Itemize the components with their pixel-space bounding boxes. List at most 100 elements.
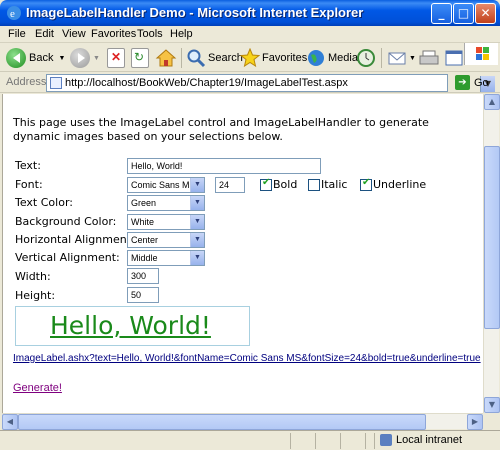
go-button[interactable]: ➔ Go: [455, 75, 489, 90]
status-divider: [365, 433, 366, 449]
horizontal-alignment-select[interactable]: Center ▼: [127, 232, 205, 248]
underline-checkbox[interactable]: [360, 177, 372, 191]
zone-label: Local intranet: [396, 434, 463, 446]
search-button[interactable]: Search: [186, 46, 243, 70]
home-button[interactable]: [155, 46, 177, 70]
font-size-input[interactable]: 24: [215, 177, 245, 193]
background-color-select[interactable]: White ▼: [127, 214, 205, 230]
forward-button[interactable]: ▼: [70, 46, 100, 70]
menu-view[interactable]: View: [62, 28, 86, 40]
media-globe-icon: [308, 50, 324, 66]
window-title: ImageLabelHandler Demo - Microsoft Inter…: [26, 5, 364, 20]
scroll-right-button[interactable]: ▶: [467, 414, 483, 430]
refresh-icon: ↻: [131, 48, 149, 68]
scroll-right-icon: ▶: [471, 417, 479, 426]
scroll-left-icon: ◀: [6, 417, 14, 426]
home-icon: [155, 49, 177, 67]
edit-button[interactable]: [444, 46, 466, 70]
vertical-scroll-thumb[interactable]: [484, 146, 500, 329]
media-button[interactable]: Media: [306, 46, 358, 70]
back-arrow-icon: [6, 48, 26, 68]
text-color-value: Green: [131, 198, 157, 208]
mail-button[interactable]: ▼: [387, 46, 416, 70]
minimize-button[interactable]: _: [431, 3, 452, 24]
maximize-button[interactable]: □: [453, 3, 474, 24]
chevron-down-icon: ▼: [190, 233, 204, 247]
back-button[interactable]: Back ▼: [6, 46, 65, 70]
width-label: Width:: [15, 270, 51, 283]
vertical-scrollbar[interactable]: ▲ ▼: [483, 94, 500, 413]
intro-text: This page uses the ImageLabel control an…: [13, 116, 429, 143]
italic-label: Italic: [321, 178, 348, 191]
history-clock-icon: [357, 49, 375, 67]
horizontal-scrollbar[interactable]: ◀ ▶: [2, 413, 483, 430]
forward-dropdown-icon[interactable]: ▼: [93, 55, 100, 62]
scroll-up-button[interactable]: ▲: [484, 94, 500, 110]
mail-envelope-icon: [388, 52, 406, 65]
image-label-preview: Hello, World!: [15, 306, 250, 346]
bold-checkbox[interactable]: [260, 177, 272, 191]
menu-bar: File Edit View Favorites Tools Help: [0, 26, 500, 43]
menu-file[interactable]: File: [8, 28, 26, 40]
menu-help[interactable]: Help: [170, 28, 193, 40]
stop-button[interactable]: ✕: [107, 46, 125, 70]
favorites-button[interactable]: Favorites: [240, 46, 307, 70]
menu-favorites[interactable]: Favorites: [91, 28, 136, 40]
scroll-down-icon: ▼: [488, 400, 496, 409]
width-input[interactable]: 300: [127, 268, 159, 284]
page-icon: [50, 77, 62, 89]
back-label: Back: [29, 52, 54, 64]
scroll-up-icon: ▲: [488, 97, 496, 106]
edit-page-icon: [445, 50, 463, 66]
text-input[interactable]: Hello, World!: [127, 158, 321, 174]
font-name-value: Comic Sans MS: [131, 180, 196, 190]
history-button[interactable]: [356, 46, 376, 70]
stop-icon: ✕: [107, 48, 125, 68]
italic-checkbox[interactable]: [308, 179, 320, 191]
internet-explorer-icon: e: [7, 6, 21, 20]
media-label: Media: [328, 52, 358, 64]
scroll-left-button[interactable]: ◀: [2, 414, 18, 430]
underline-label: Underline: [373, 178, 427, 191]
vertical-alignment-select[interactable]: Middle ▼: [127, 250, 205, 266]
status-divider: [340, 433, 341, 449]
forward-arrow-icon: [70, 48, 90, 68]
menu-tools[interactable]: Tools: [137, 28, 163, 40]
text-color-select[interactable]: Green ▼: [127, 195, 205, 211]
font-name-select[interactable]: Comic Sans MS ▼: [127, 177, 205, 193]
toolbar-separator: [381, 48, 382, 68]
vertical-alignment-value: Middle: [131, 253, 158, 263]
back-dropdown-icon[interactable]: ▼: [58, 55, 65, 62]
minimize-icon: _: [438, 6, 445, 20]
favorites-star-icon: [240, 48, 260, 68]
font-label: Font:: [15, 178, 43, 191]
maximize-icon: □: [457, 6, 470, 20]
favorites-label: Favorites: [262, 52, 308, 64]
generate-link[interactable]: Generate!: [13, 382, 62, 394]
windows-flag-icon: [476, 47, 489, 60]
page-content: This page uses the ImageLabel control an…: [2, 94, 483, 413]
status-bar: Local intranet: [0, 430, 500, 450]
print-button[interactable]: [418, 46, 440, 70]
height-input[interactable]: 50: [127, 287, 159, 303]
horizontal-scroll-thumb[interactable]: [18, 414, 426, 430]
close-button[interactable]: ✕: [475, 3, 496, 24]
background-color-label: Background Color:: [15, 215, 117, 228]
text-label: Text:: [15, 159, 41, 172]
bold-label: Bold: [273, 178, 298, 191]
scroll-corner: [483, 413, 499, 429]
refresh-button[interactable]: ↻: [131, 46, 149, 70]
status-divider: [315, 433, 316, 449]
horizontal-alignment-value: Center: [131, 235, 159, 245]
chevron-down-icon: ▼: [190, 215, 204, 229]
mail-dropdown-icon[interactable]: ▼: [409, 55, 416, 62]
image-url-link[interactable]: ImageLabel.ashx?text=Hello, World!&fontN…: [13, 353, 481, 364]
menu-edit[interactable]: Edit: [35, 28, 54, 40]
text-color-label: Text Color:: [15, 196, 73, 209]
chevron-down-icon: ▼: [190, 251, 204, 265]
go-arrow-icon: ➔: [455, 75, 470, 90]
address-input[interactable]: http://localhost/BookWeb/Chapter19/Image…: [46, 74, 495, 92]
scroll-down-button[interactable]: ▼: [484, 397, 500, 413]
search-label: Search: [208, 52, 243, 64]
chevron-down-icon: ▼: [190, 196, 204, 210]
